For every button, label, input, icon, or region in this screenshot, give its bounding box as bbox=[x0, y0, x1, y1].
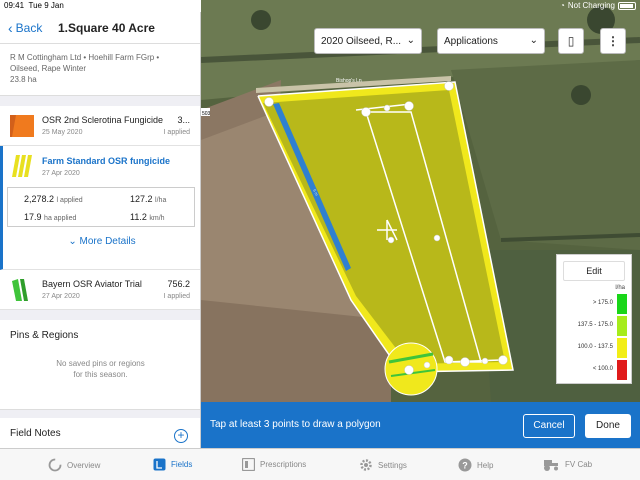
tab-settings[interactable]: Settings bbox=[359, 458, 407, 472]
application-stats: 2,278.2 l applied 127.2 l/ha 17.9 ha app… bbox=[7, 187, 195, 227]
pins-empty-text: No saved pins or regions for this season… bbox=[56, 359, 145, 379]
legend-row: 100.0 - 137.5 bbox=[561, 337, 629, 359]
application-speed: 11.2 km/h bbox=[130, 212, 165, 222]
application-item[interactable]: OSR 2nd Sclerotina Fungicide 25 May 2020… bbox=[0, 106, 200, 146]
tab-help[interactable]: ? Help bbox=[458, 458, 493, 472]
compartment-label: 503 bbox=[202, 111, 211, 117]
gear-icon bbox=[360, 459, 372, 471]
season-dropdown[interactable]: 2020 Oilseed, R... ⌄ bbox=[314, 28, 422, 54]
legend-edit-button[interactable]: Edit bbox=[563, 261, 625, 281]
charging-label: Not Charging bbox=[567, 1, 615, 10]
nav-bar: ‹ Back 1.Square 40 Acre bbox=[0, 12, 200, 44]
tractor-icon bbox=[544, 460, 558, 471]
application-name: OSR 2nd Sclerotina Fungicide bbox=[42, 115, 164, 125]
wifi-icon: ◔ bbox=[560, 1, 565, 10]
application-value: 3... bbox=[177, 115, 190, 125]
tab-bar: Overview Fields Prescriptions Settings ?… bbox=[0, 448, 640, 480]
application-item-selected[interactable]: Farm Standard OSR fungicide 27 Apr 2020 … bbox=[0, 146, 200, 270]
more-options-button[interactable]: ⋮ bbox=[600, 28, 626, 54]
status-bar: 09:41 Tue 9 Jan ◔ Not Charging bbox=[0, 0, 640, 12]
chevron-down-icon: ⌄ bbox=[529, 35, 538, 46]
fields-icon bbox=[153, 458, 166, 471]
application-value: 756.2 bbox=[167, 279, 190, 289]
application-swatch-icon bbox=[12, 279, 28, 301]
map-view[interactable]: Bishop's Ln 503 6 m 2020 Oilseed, R... ⌄… bbox=[201, 0, 640, 448]
add-note-button[interactable]: + bbox=[174, 429, 188, 443]
pins-regions-section: Pins & Regions No saved pins or regions … bbox=[0, 320, 200, 410]
application-name: Bayern OSR Aviator Trial bbox=[42, 279, 142, 289]
tab-fields[interactable]: Fields bbox=[153, 458, 192, 471]
back-label: Back bbox=[15, 21, 43, 35]
back-button[interactable]: ‹ Back bbox=[8, 21, 42, 35]
field-notes-section: Field Notes + bbox=[0, 418, 200, 448]
rate-legend: Edit l/ha > 175.0 137.5 - 175.0 100.0 - … bbox=[556, 254, 632, 384]
cancel-button[interactable]: Cancel bbox=[523, 414, 575, 438]
section-title: Pins & Regions bbox=[10, 330, 79, 341]
chevron-left-icon: ‹ bbox=[8, 20, 13, 36]
application-swatch-icon bbox=[10, 115, 34, 137]
section-title: Field Notes bbox=[10, 428, 61, 439]
layer-dropdown[interactable]: Applications ⌄ bbox=[437, 28, 545, 54]
legend-row: > 175.0 bbox=[561, 293, 629, 315]
field-crop: Oilseed, Rape Winter bbox=[10, 64, 87, 73]
applied-volume: 2,278.2 l applied bbox=[24, 194, 83, 204]
chevron-down-icon: ⌄ bbox=[68, 236, 77, 247]
help-icon: ? bbox=[458, 458, 472, 472]
split-view-button[interactable]: ▯ bbox=[558, 28, 584, 54]
field-detail-panel: ‹ Back 1.Square 40 Acre R M Cottingham L… bbox=[0, 12, 201, 448]
overview-icon bbox=[48, 458, 62, 472]
application-name: Farm Standard OSR fungicide bbox=[42, 156, 171, 166]
split-view-icon: ▯ bbox=[567, 34, 575, 48]
page-title: 1.Square 40 Acre bbox=[58, 21, 155, 35]
application-value-label: I applied bbox=[163, 129, 190, 136]
battery-icon bbox=[618, 1, 636, 10]
legend-row: 137.5 - 175.0 bbox=[561, 315, 629, 337]
application-date: 27 Apr 2020 bbox=[42, 170, 80, 177]
draw-polygon-bar: Tap at least 3 points to draw a polygon … bbox=[201, 402, 640, 448]
application-item[interactable]: Bayern OSR Aviator Trial 27 Apr 2020 756… bbox=[0, 270, 200, 310]
status-time: 09:41 Tue 9 Jan bbox=[4, 1, 64, 10]
draw-instruction: Tap at least 3 points to draw a polygon bbox=[210, 419, 381, 430]
application-date: 25 May 2020 bbox=[42, 129, 83, 136]
status-right: ◔ Not Charging bbox=[560, 1, 636, 10]
more-details-link[interactable]: ⌄ More Details bbox=[3, 236, 200, 247]
tab-prescriptions[interactable]: Prescriptions bbox=[242, 458, 306, 471]
application-value-label: I applied bbox=[163, 293, 190, 300]
prescriptions-icon bbox=[242, 458, 255, 471]
legend-row: < 100.0 bbox=[561, 359, 629, 381]
field-meta: R M Cottingham Ltd • Hoehill Farm FGrp •… bbox=[0, 44, 200, 96]
field-area: 23.8 ha bbox=[10, 75, 37, 84]
done-button[interactable]: Done bbox=[585, 414, 631, 438]
application-date: 27 Apr 2020 bbox=[42, 293, 80, 300]
field-owner: R M Cottingham Ltd • Hoehill Farm FGrp • bbox=[10, 53, 160, 62]
application-swatch-icon bbox=[12, 155, 32, 177]
svg-text:?: ? bbox=[462, 461, 468, 471]
chevron-down-icon: ⌄ bbox=[406, 35, 415, 46]
tab-overview[interactable]: Overview bbox=[48, 458, 100, 472]
road-label: Bishop's Ln bbox=[336, 78, 362, 84]
more-vertical-icon: ⋮ bbox=[607, 34, 619, 48]
applied-area: 17.9 ha applied bbox=[24, 212, 77, 222]
legend-unit: l/ha bbox=[615, 285, 625, 291]
application-rate: 127.2 l/ha bbox=[130, 194, 167, 204]
tab-fv-cab[interactable]: FV Cab bbox=[542, 458, 592, 471]
